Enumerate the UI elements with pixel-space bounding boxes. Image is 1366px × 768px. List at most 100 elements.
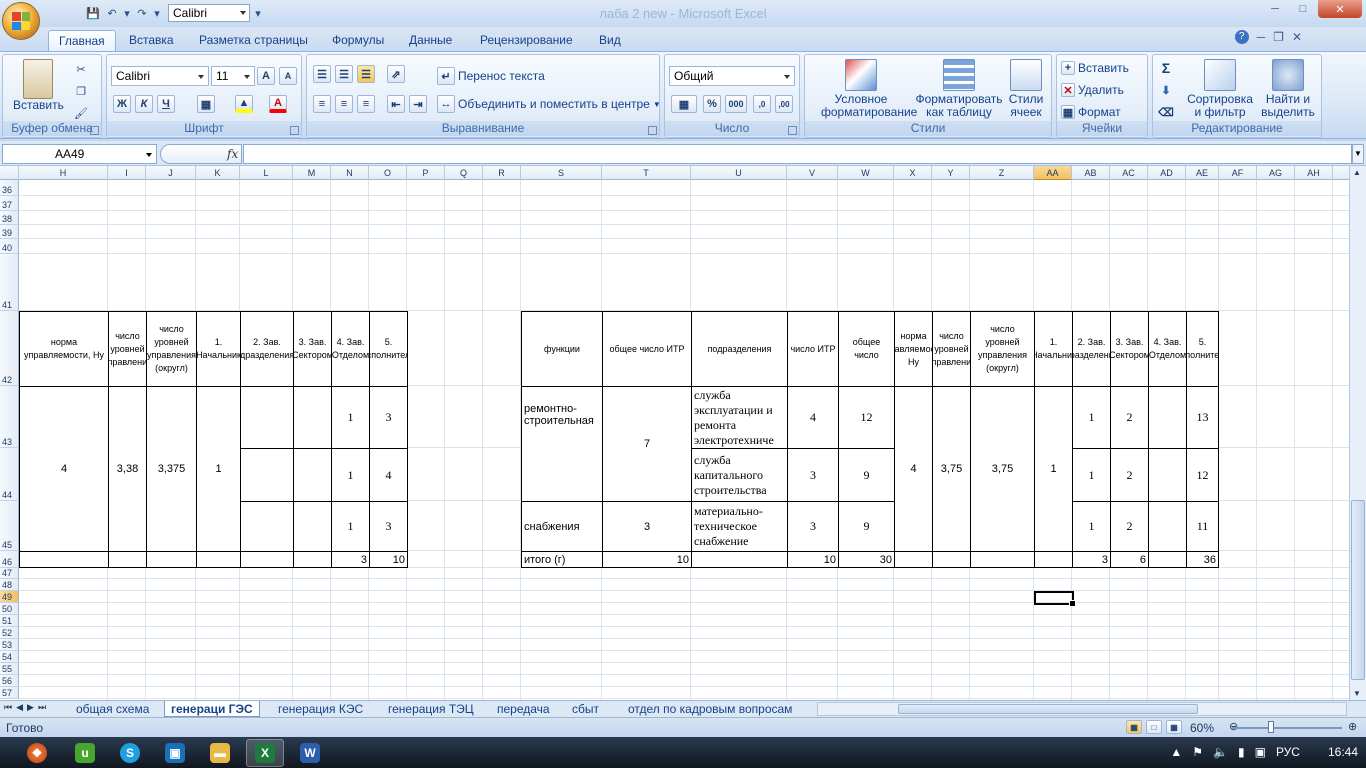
italic-button[interactable]: К: [135, 95, 153, 113]
sheet-tab[interactable]: общая схема: [70, 701, 155, 717]
header-cell[interactable]: число уровней управления: [108, 311, 147, 387]
header-cell[interactable]: 4. Зав. Отделом: [331, 311, 370, 387]
first-sheet-icon[interactable]: ⏮: [4, 702, 12, 713]
data-cell[interactable]: 1: [1072, 386, 1111, 449]
total-cell[interactable]: [293, 551, 332, 568]
column-header[interactable]: X: [894, 166, 932, 180]
currency-icon[interactable]: ▦: [671, 95, 697, 113]
header-cell[interactable]: 5. исполнители: [369, 311, 408, 387]
tray-app-icon[interactable]: ▣: [1255, 745, 1266, 759]
align-middle-icon[interactable]: ☰: [335, 65, 353, 83]
data-cell[interactable]: 12: [1186, 448, 1219, 502]
header-cell[interactable]: число уровней управления: [932, 311, 971, 387]
levels-cell[interactable]: 3,75: [932, 386, 971, 552]
merge-center-button[interactable]: ↔ Объединить и поместить в центре ▼: [437, 95, 661, 113]
total-cell[interactable]: [146, 551, 197, 568]
column-header[interactable]: V: [787, 166, 838, 180]
data-cell[interactable]: 1: [331, 448, 370, 502]
last-sheet-icon[interactable]: ⏭: [38, 702, 46, 713]
vertical-scroll-thumb[interactable]: [1351, 500, 1365, 680]
header-cell[interactable]: функции: [521, 311, 603, 387]
help-icon[interactable]: ?: [1234, 30, 1249, 44]
active-cell[interactable]: [1034, 591, 1076, 607]
cell-styles-button[interactable]: Стили ячеек: [1003, 59, 1049, 119]
column-header[interactable]: AE: [1186, 166, 1219, 180]
header-cell[interactable]: общее число: [838, 311, 895, 387]
header-cell[interactable]: 2. Зав. Подразделениями: [240, 311, 294, 387]
format-painter-icon[interactable]: 🖌: [73, 105, 89, 121]
clipboard-launcher-icon[interactable]: [90, 126, 99, 135]
taskbar-app-active[interactable]: X: [246, 739, 284, 767]
clear-icon[interactable]: ⌫: [1157, 103, 1175, 121]
decrease-indent-icon[interactable]: ⇤: [387, 95, 405, 113]
sheet-tab[interactable]: передача: [491, 701, 556, 717]
paste-button[interactable]: Вставить: [13, 59, 64, 112]
select-all-corner[interactable]: [0, 166, 19, 180]
percent-button[interactable]: %: [703, 95, 721, 113]
shrink-font-icon[interactable]: A: [279, 67, 297, 85]
total-cell[interactable]: [932, 551, 971, 568]
column-header[interactable]: I: [108, 166, 146, 180]
header-cell[interactable]: 1. Начальник: [196, 311, 241, 387]
taskbar-app[interactable]: W: [291, 739, 329, 767]
page-layout-view-icon[interactable]: □: [1146, 720, 1162, 734]
align-bottom-icon[interactable]: ☰: [357, 65, 375, 83]
flag-icon[interactable]: ⚑: [1192, 745, 1203, 759]
row-header[interactable]: 36: [0, 180, 19, 196]
header-cell[interactable]: 3. Зав. Сектором: [1110, 311, 1149, 387]
tab-formulas[interactable]: Формулы: [322, 30, 394, 51]
column-header[interactable]: Y: [932, 166, 970, 180]
page-break-view-icon[interactable]: ▦: [1166, 720, 1182, 734]
column-header[interactable]: Z: [970, 166, 1034, 180]
tab-view[interactable]: Вид: [589, 30, 631, 51]
column-header[interactable]: W: [838, 166, 894, 180]
prev-sheet-icon[interactable]: ◀: [16, 702, 23, 713]
total-cell[interactable]: [894, 551, 933, 568]
function-total-cell[interactable]: 3: [602, 501, 692, 552]
align-right-icon[interactable]: ≡: [357, 95, 375, 113]
header-cell[interactable]: общее число ИТР: [602, 311, 692, 387]
scroll-down-icon[interactable]: ▼: [1353, 689, 1361, 698]
norm-cell[interactable]: 4: [19, 386, 109, 552]
total-cell[interactable]: [970, 551, 1035, 568]
header-cell[interactable]: 4. Зав. Отделом: [1148, 311, 1187, 387]
column-header[interactable]: AA: [1034, 166, 1072, 180]
column-header[interactable]: K: [196, 166, 240, 180]
department-cell[interactable]: служба капитального строительства: [691, 448, 788, 502]
empty-cell[interactable]: [240, 501, 294, 552]
column-header[interactable]: AD: [1148, 166, 1186, 180]
column-header[interactable]: AG: [1257, 166, 1295, 180]
alignment-launcher-icon[interactable]: [648, 126, 657, 135]
row-header[interactable]: 56: [0, 675, 19, 687]
sheet-tab[interactable]: сбыт: [566, 701, 605, 717]
format-cells-button[interactable]: ▦ Формат: [1061, 105, 1121, 119]
spreadsheet-grid[interactable]: H I J K L M N O P Q R S T U V W X Y Z AA AB AC AD AE AF AG AH 36 37…: [0, 166, 1349, 700]
column-header[interactable]: J: [146, 166, 196, 180]
total-cell[interactable]: 36: [1186, 551, 1219, 568]
bold-button[interactable]: Ж: [113, 95, 131, 113]
normal-view-icon[interactable]: ▦: [1126, 720, 1142, 734]
function-cell[interactable]: снабжения: [521, 501, 603, 552]
total-cell[interactable]: [1148, 551, 1187, 568]
data-cell[interactable]: 1: [331, 501, 370, 552]
header-cell[interactable]: норма управляемости, Ну: [894, 311, 933, 387]
data-cell[interactable]: 3: [369, 501, 408, 552]
orientation-icon[interactable]: ⇗: [387, 65, 405, 83]
zoom-slider-thumb[interactable]: [1268, 721, 1274, 733]
row-header[interactable]: 50: [0, 603, 19, 615]
column-header[interactable]: U: [691, 166, 787, 180]
header-cell[interactable]: число ИТР: [787, 311, 839, 387]
conditional-formatting-button[interactable]: Условное форматирование: [807, 59, 917, 119]
sheet-tab-active[interactable]: генераци ГЭС: [164, 701, 260, 717]
increase-decimal-icon[interactable]: ,0: [753, 95, 771, 113]
empty-cell[interactable]: [240, 386, 294, 449]
horizontal-scrollbar[interactable]: [817, 702, 1347, 716]
empty-cell[interactable]: [240, 448, 294, 502]
taskbar-app[interactable]: ▬: [201, 739, 239, 767]
function-total-cell[interactable]: 7: [602, 386, 692, 502]
row-header[interactable]: 46: [0, 551, 19, 568]
total-cell[interactable]: [240, 551, 294, 568]
column-header[interactable]: R: [483, 166, 521, 180]
taskbar-app[interactable]: u: [66, 739, 104, 767]
cut-icon[interactable]: ✂: [73, 61, 89, 77]
